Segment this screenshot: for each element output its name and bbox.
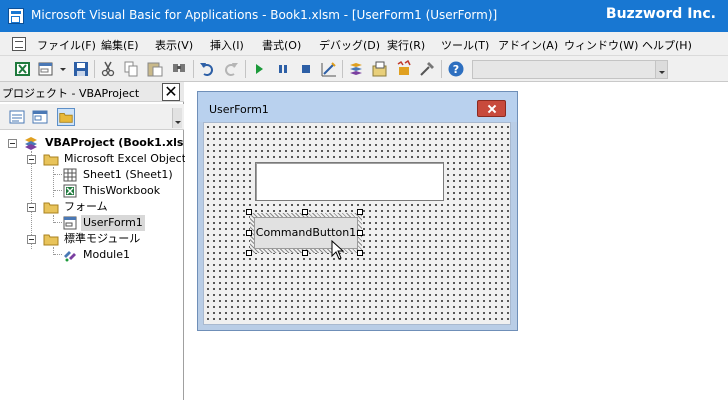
explorer-scroll-stub[interactable] (172, 108, 182, 128)
object-browser-icon[interactable] (395, 60, 413, 78)
code-window-menu-icon[interactable] (12, 37, 26, 51)
tree-label-userform1: UserForm1 (81, 215, 145, 231)
module-icon (64, 251, 76, 262)
tree-node-vbaproject[interactable]: VBAProject (Book1.xls (0, 135, 184, 151)
toolbar-separator (342, 60, 343, 78)
window-title: Microsoft Visual Basic for Applications … (31, 8, 498, 22)
brand-label: Buzzword Inc. (605, 6, 716, 22)
userform-icon (63, 216, 77, 230)
menu-format[interactable]: 書式(O) (262, 37, 301, 53)
project-explorer-toolbar (0, 104, 184, 130)
vba-project-icon (25, 137, 37, 150)
project-explorer-title: プロジェクト - VBAProject (2, 87, 140, 100)
textbox-control[interactable] (255, 162, 444, 201)
view-object-icon[interactable] (31, 108, 49, 126)
tree-node-module1[interactable]: Module1 (0, 247, 184, 263)
userform-title: UserForm1 (209, 103, 269, 116)
excel-view-icon[interactable] (14, 60, 32, 78)
find-icon[interactable] (170, 60, 188, 78)
tree-label-sheet1: Sheet1 (Sheet1) (83, 168, 173, 181)
tree-node-thisworkbook[interactable]: ThisWorkbook (0, 183, 184, 199)
folder-open-icon (43, 234, 59, 246)
project-explorer-pane: プロジェクト - VBAProject ✕ VBAProject (Book1.… (0, 82, 187, 400)
insert-userform-icon[interactable] (38, 60, 56, 78)
collapse-toggle[interactable] (8, 139, 17, 148)
save-icon[interactable] (72, 60, 90, 78)
resize-handle[interactable] (302, 209, 308, 215)
standard-toolbar: ? (0, 56, 728, 82)
workbook-icon (63, 184, 77, 198)
menu-view[interactable]: 表示(V) (155, 37, 193, 53)
menu-addins[interactable]: アドイン(A) (498, 37, 558, 53)
tree-label-modules: 標準モジュール (64, 232, 141, 245)
copy-icon[interactable] (122, 60, 140, 78)
menu-run[interactable]: 実行(R) (387, 37, 425, 53)
toolbar-separator (94, 60, 95, 78)
collapse-toggle[interactable] (27, 203, 36, 212)
help-icon[interactable]: ? (447, 60, 465, 78)
resize-handle[interactable] (357, 230, 363, 236)
tree-label-vbaproject: VBAProject (Book1.xls (45, 136, 184, 149)
toggle-folders-icon[interactable] (57, 108, 75, 126)
tree-label-module1: Module1 (83, 248, 130, 261)
menu-help[interactable]: ヘルプ(H) (642, 37, 692, 53)
menu-edit[interactable]: 編集(E) (101, 37, 139, 53)
paste-icon[interactable] (146, 60, 164, 78)
resize-handle[interactable] (357, 250, 363, 256)
close-icon[interactable] (477, 100, 506, 117)
reset-icon[interactable] (297, 60, 315, 78)
tree-node-userform1[interactable]: UserForm1 (0, 215, 184, 231)
chevron-down-icon[interactable] (655, 61, 667, 78)
toolbar-separator (441, 60, 442, 78)
menu-tools[interactable]: ツール(T) (441, 37, 489, 53)
mouse-pointer-icon (331, 240, 345, 260)
tree-node-excel-objects[interactable]: Microsoft Excel Object (0, 151, 187, 167)
resize-handle[interactable] (357, 209, 363, 215)
toolbox-icon[interactable] (418, 60, 436, 78)
undo-icon[interactable] (198, 60, 216, 78)
toolbar-separator (245, 60, 246, 78)
menu-debug[interactable]: デバッグ(D) (319, 37, 380, 53)
collapse-toggle[interactable] (27, 155, 36, 164)
view-code-icon[interactable] (8, 108, 26, 126)
userform-title-bar[interactable]: UserForm1 (198, 92, 517, 122)
collapse-toggle[interactable] (27, 235, 36, 244)
worksheet-icon (63, 168, 77, 182)
break-icon[interactable] (274, 60, 292, 78)
tree-label-forms: フォーム (64, 200, 108, 213)
redo-icon[interactable] (222, 60, 240, 78)
project-explorer-icon[interactable] (347, 60, 365, 78)
folder-open-icon (43, 154, 59, 166)
run-icon[interactable] (250, 60, 268, 78)
menu-file[interactable]: ファイル(F) (37, 37, 96, 53)
tree-node-sheet1[interactable]: Sheet1 (Sheet1) (0, 167, 184, 183)
toolbar-separator (193, 60, 194, 78)
menu-window[interactable]: ウィンドウ(W) (564, 37, 638, 53)
resize-handle[interactable] (302, 250, 308, 256)
resize-handle[interactable] (246, 209, 252, 215)
folder-open-icon (43, 202, 59, 214)
tree-node-forms[interactable]: フォーム (0, 199, 184, 215)
resize-handle[interactable] (246, 250, 252, 256)
menu-insert[interactable]: 挿入(I) (210, 37, 244, 53)
tree-label-excel-objects: Microsoft Excel Object (64, 152, 187, 165)
tree-node-modules[interactable]: 標準モジュール (0, 231, 184, 247)
properties-icon[interactable] (371, 60, 389, 78)
cut-icon[interactable] (99, 60, 117, 78)
menu-bar: ファイル(F) 編集(E) 表示(V) 挿入(I) 書式(O) デバッグ(D) … (0, 32, 728, 56)
svg-text:?: ? (453, 63, 459, 76)
vba-app-icon (8, 8, 24, 24)
design-mode-icon[interactable] (320, 60, 338, 78)
resize-handle[interactable] (246, 230, 252, 236)
close-icon[interactable]: ✕ (162, 83, 180, 101)
position-combo[interactable] (472, 60, 668, 79)
title-bar: Microsoft Visual Basic for Applications … (0, 0, 728, 32)
project-explorer-header: プロジェクト - VBAProject ✕ (0, 82, 184, 102)
tree-label-thisworkbook: ThisWorkbook (83, 184, 161, 197)
